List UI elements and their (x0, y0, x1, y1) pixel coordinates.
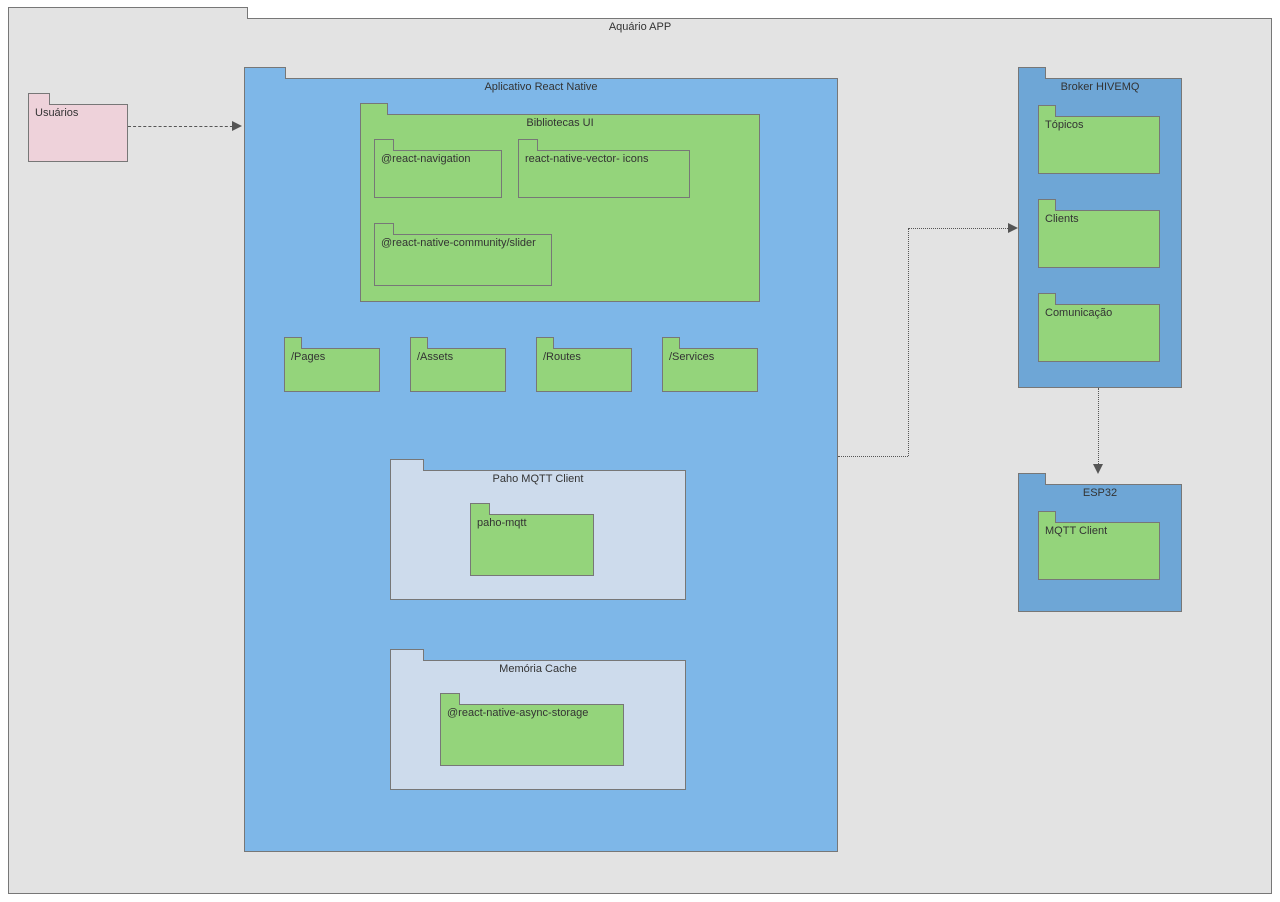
package-usuarios: Usuários (28, 104, 128, 162)
package-clients: Clients (1038, 210, 1160, 268)
package-pages: /Pages (284, 348, 380, 392)
label-usuarios: Usuários (35, 107, 78, 119)
label-services: /Services (669, 351, 714, 363)
title-broker-hivemq: Broker HIVEMQ (1061, 81, 1140, 93)
conn-app-broker-seg2 (908, 228, 909, 456)
arrowhead-broker-esp32 (1093, 464, 1103, 474)
label-slider: @react-native-community/slider (381, 237, 536, 249)
label-comunicacao: Comunicação (1045, 307, 1112, 319)
title-esp32: ESP32 (1083, 487, 1117, 499)
package-paho-mqtt-lib: paho-mqtt (470, 514, 594, 576)
package-react-navigation: @react-navigation (374, 150, 502, 198)
conn-app-broker-seg1 (838, 456, 908, 457)
package-topicos: Tópicos (1038, 116, 1160, 174)
conn-broker-esp32 (1098, 388, 1099, 468)
label-pages: /Pages (291, 351, 325, 363)
title-bibliotecas-ui: Bibliotecas UI (526, 117, 593, 129)
package-services: /Services (662, 348, 758, 392)
label-routes: /Routes (543, 351, 581, 363)
package-slider: @react-native-community/slider (374, 234, 552, 286)
diagram-canvas: Aquário APP Usuários Aplicativo React Na… (0, 0, 1280, 902)
label-clients: Clients (1045, 213, 1079, 225)
title-app-react-native: Aplicativo React Native (484, 81, 597, 93)
package-vector-icons: react-native-vector- icons (518, 150, 690, 198)
label-assets: /Assets (417, 351, 453, 363)
title-aquario-app: Aquário APP (609, 21, 671, 33)
arrow-users-to-app (128, 126, 238, 127)
title-paho-mqtt-client: Paho MQTT Client (493, 473, 584, 485)
label-paho-mqtt: paho-mqtt (477, 517, 527, 529)
arrowhead-users-to-app (232, 121, 242, 131)
arrowhead-app-broker (1008, 223, 1018, 233)
title-memoria-cache: Memória Cache (499, 663, 577, 675)
label-react-navigation: @react-navigation (381, 153, 470, 165)
conn-app-broker-seg3 (908, 228, 1012, 229)
package-assets: /Assets (410, 348, 506, 392)
package-async-storage: @react-native-async-storage (440, 704, 624, 766)
label-vector-icons: react-native-vector- icons (525, 153, 649, 165)
label-mqtt-client: MQTT Client (1045, 525, 1107, 537)
label-async-storage: @react-native-async-storage (447, 707, 588, 719)
package-mqtt-client: MQTT Client (1038, 522, 1160, 580)
package-routes: /Routes (536, 348, 632, 392)
package-comunicacao: Comunicação (1038, 304, 1160, 362)
label-topicos: Tópicos (1045, 119, 1084, 131)
